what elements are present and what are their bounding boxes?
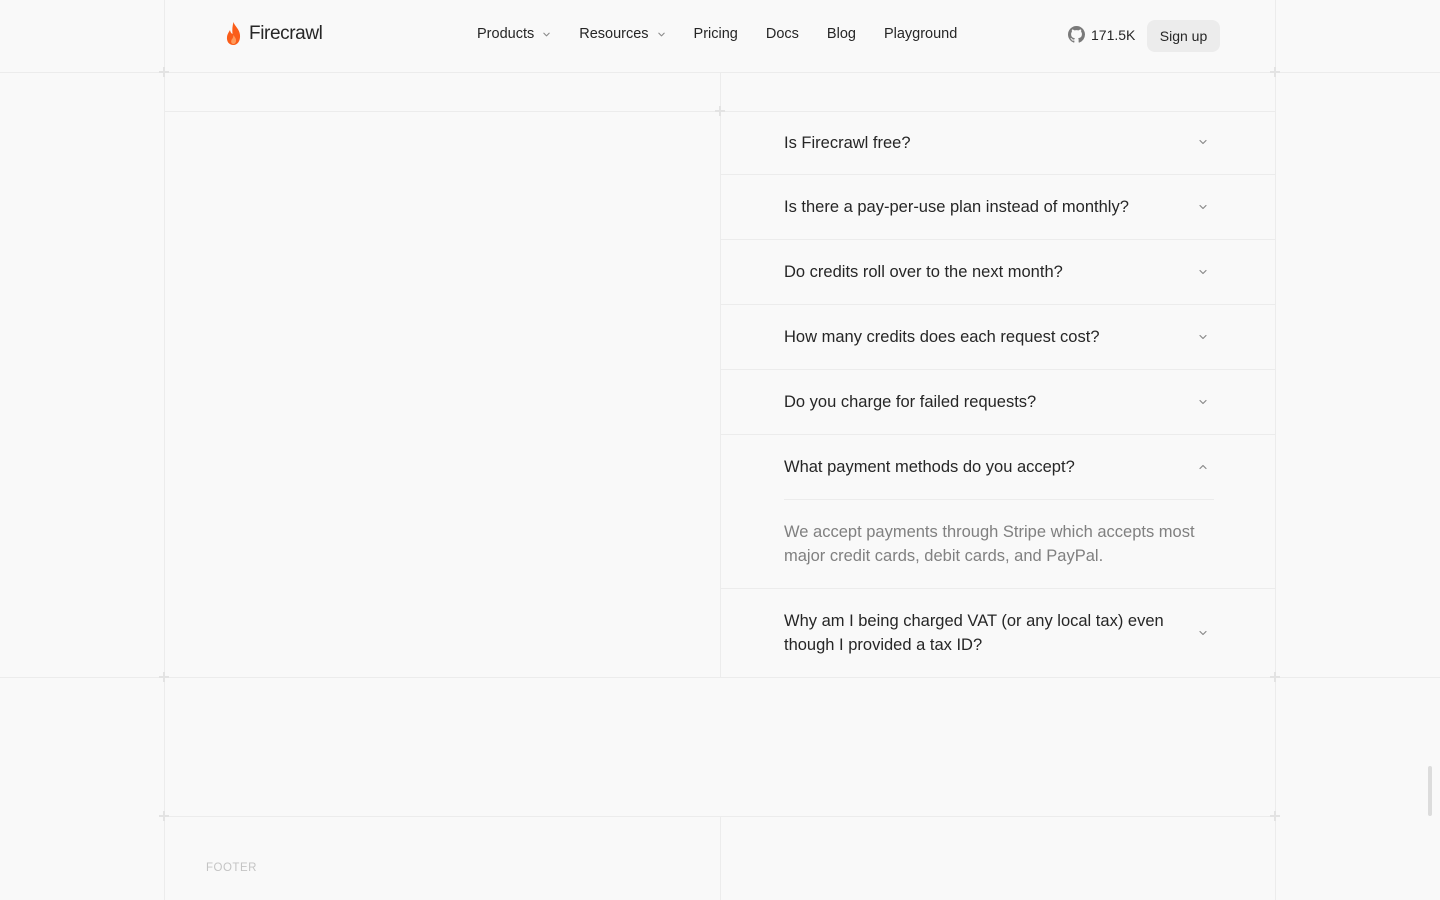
nav-blog[interactable]: Blog: [827, 26, 856, 42]
signup-button[interactable]: Sign up: [1147, 20, 1220, 52]
brand-name: Firecrawl: [249, 22, 323, 44]
faq-answer: We accept payments through Stripe which …: [784, 523, 1195, 565]
nav-label: Docs: [765, 26, 799, 42]
footer-label: FOOTER: [206, 862, 257, 874]
nav-label: Blog: [826, 26, 856, 42]
chevron-down-icon: [1199, 334, 1207, 340]
github-stars-link[interactable]: 171.5K: [1068, 26, 1135, 43]
nav-playground[interactable]: Playground: [884, 26, 957, 42]
faq-item[interactable]: Why am I being charged VAT (or any local…: [721, 589, 1275, 677]
nav-label: Playground: [883, 26, 958, 42]
faq-question: How many credits does each request cost?: [784, 328, 1100, 346]
chevron-down-icon: [543, 32, 550, 36]
nav-docs[interactable]: Docs: [766, 26, 799, 42]
divider: [784, 499, 1214, 500]
chevron-up-icon: [1199, 464, 1207, 470]
nav-resources[interactable]: Resources: [579, 26, 665, 42]
faq-question: Do credits roll over to the next month?: [784, 263, 1063, 281]
main-nav: Products Resources Pricing Docs Blog Pla…: [477, 26, 957, 42]
chevron-down-icon: [1199, 399, 1207, 405]
faq-question: Is Firecrawl free?: [784, 134, 911, 152]
faq-question: Is there a pay-per-use plan instead of m…: [784, 198, 1129, 216]
faq-item[interactable]: How many credits does each request cost?: [721, 305, 1275, 369]
github-star-count: 171.5K: [1091, 26, 1136, 43]
github-icon: [1068, 26, 1085, 43]
faq-item[interactable]: Is there a pay-per-use plan instead of m…: [721, 175, 1275, 239]
faq-item[interactable]: Is Firecrawl free?: [721, 112, 1275, 174]
site-header: Firecrawl Products Resources Pricing Doc…: [0, 0, 1440, 72]
nav-label: Resources: [579, 26, 649, 42]
chevron-down-icon: [1199, 269, 1207, 275]
chevron-down-icon: [1199, 204, 1207, 210]
scrollbar-thumb[interactable]: [1428, 766, 1432, 816]
flame-icon: [226, 22, 241, 45]
nav-pricing[interactable]: Pricing: [694, 26, 738, 42]
faq-question: Why am I being charged VAT (or any local…: [784, 612, 1164, 654]
faq-question: What payment methods do you accept?: [784, 458, 1075, 476]
chevron-down-icon: [657, 32, 665, 36]
nav-label: Pricing: [693, 26, 738, 42]
brand-logo[interactable]: Firecrawl: [224, 21, 323, 46]
faq-question: Do you charge for failed requests?: [784, 393, 1037, 411]
chevron-down-icon: [1199, 139, 1207, 145]
nav-products[interactable]: Products: [477, 26, 551, 42]
faq-item-expanded[interactable]: What payment methods do you accept?: [721, 435, 1275, 499]
faq-item[interactable]: Do you charge for failed requests?: [721, 370, 1275, 434]
nav-label: Products: [477, 26, 535, 42]
faq-item[interactable]: Do credits roll over to the next month?: [721, 240, 1275, 304]
chevron-down-icon: [1199, 630, 1207, 636]
